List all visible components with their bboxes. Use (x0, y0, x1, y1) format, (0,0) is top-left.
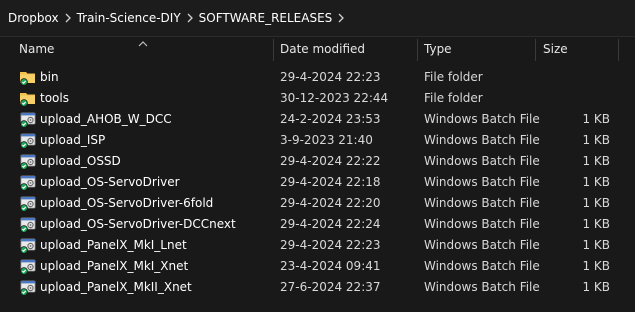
file-date-modified: 24-2-2024 23:53 (280, 112, 381, 126)
column-header-size[interactable]: Size (543, 37, 613, 63)
file-name: tools (40, 91, 69, 105)
file-row[interactable]: upload_OS-ServoDriver-DCCnext 29-4-2024 2… (0, 214, 635, 235)
file-date-modified: 30-12-2023 22:44 (280, 91, 389, 105)
column-divider[interactable] (618, 39, 619, 61)
file-name: upload_OSSD (40, 154, 121, 168)
file-date-modified: 27-6-2024 22:37 (280, 280, 381, 294)
file-date-modified: 29-4-2024 22:23 (280, 238, 381, 252)
breadcrumb: Dropbox Train-Science-DIY SOFTWARE_RELEA… (0, 0, 635, 37)
file-type: Windows Batch File (424, 133, 540, 147)
file-name: upload_PanelX_MkI_Xnet (40, 259, 189, 273)
file-type: Windows Batch File (424, 280, 540, 294)
file-row[interactable]: upload_PanelX_MkII_Xnet 27-6-2024 22:37 Wi… (0, 277, 635, 298)
file-type: Windows Batch File (424, 217, 540, 231)
folder-icon (19, 90, 37, 107)
chevron-right-icon[interactable] (59, 0, 77, 36)
file-type: Windows Batch File (424, 238, 540, 252)
file-size: 1 KB (582, 154, 610, 168)
file-date-modified: 23-4-2024 09:41 (280, 259, 381, 273)
file-date-modified: 29-4-2024 22:24 (280, 217, 381, 231)
batch-file-icon (19, 132, 37, 149)
column-header-row: Name Date modified Type Size (0, 37, 635, 63)
file-name: bin (40, 70, 59, 84)
file-size: 1 KB (582, 280, 610, 294)
file-name: upload_ISP (40, 133, 106, 147)
chevron-right-icon[interactable] (181, 0, 199, 36)
file-date-modified: 29-4-2024 22:23 (280, 70, 381, 84)
file-size: 1 KB (582, 175, 610, 189)
file-date-modified: 29-4-2024 22:18 (280, 175, 381, 189)
column-divider[interactable] (417, 39, 418, 61)
batch-file-icon (19, 258, 37, 275)
file-name: upload_OS-ServoDriver (40, 175, 180, 189)
file-size: 1 KB (582, 196, 610, 210)
breadcrumb-item-software-releases[interactable]: SOFTWARE_RELEASES (199, 0, 333, 36)
file-date-modified: 29-4-2024 22:22 (280, 154, 381, 168)
chevron-right-icon[interactable] (332, 0, 350, 36)
folder-icon (19, 69, 37, 86)
file-row[interactable]: upload_OSSD 29-4-2024 22:22 Windows Batch … (0, 151, 635, 172)
file-size: 1 KB (582, 259, 610, 273)
file-type: File folder (424, 91, 483, 105)
file-date-modified: 29-4-2024 22:20 (280, 196, 381, 210)
file-row[interactable]: upload_PanelX_MkI_Lnet 29-4-2024 22:23 Win… (0, 235, 635, 256)
breadcrumb-item-dropbox[interactable]: Dropbox (8, 0, 59, 36)
file-name: upload_AHOB_W_DCC (40, 112, 172, 126)
file-type: Windows Batch File (424, 259, 540, 273)
file-row[interactable]: upload_AHOB_W_DCC 24-2-2024 23:53 Windows … (0, 109, 635, 130)
batch-file-icon (19, 111, 37, 128)
file-name: upload_OS-ServoDriver-6fold (40, 196, 214, 210)
file-row[interactable]: upload_ISP 3-9-2023 21:40 Windows Batch Fi… (0, 130, 635, 151)
file-row[interactable]: upload_OS-ServoDriver 29-4-2024 22:18 Wind… (0, 172, 635, 193)
file-name: upload_PanelX_MkII_Xnet (40, 280, 192, 294)
file-row[interactable]: upload_OS-ServoDriver-6fold 29-4-2024 22:… (0, 193, 635, 214)
file-type: File folder (424, 70, 483, 84)
folder-row[interactable]: tools 30-12-2023 22:44 File folder (0, 88, 635, 109)
file-type: Windows Batch File (424, 175, 540, 189)
file-name: upload_PanelX_MkI_Lnet (40, 238, 187, 252)
batch-file-icon (19, 153, 37, 170)
file-type: Windows Batch File (424, 196, 540, 210)
file-type: Windows Batch File (424, 154, 540, 168)
folder-row[interactable]: bin 29-4-2024 22:23 File folder (0, 67, 635, 88)
column-header-name[interactable]: Name (19, 37, 269, 63)
batch-file-icon (19, 195, 37, 212)
column-header-date-modified[interactable]: Date modified (280, 37, 410, 63)
file-size: 1 KB (582, 112, 610, 126)
file-size (540, 88, 610, 109)
file-row[interactable]: upload_PanelX_MkI_Xnet 23-4-2024 09:41 Win… (0, 256, 635, 277)
column-divider[interactable] (535, 39, 536, 61)
file-name: upload_OS-ServoDriver-DCCnext (40, 217, 236, 231)
column-header-type[interactable]: Type (424, 37, 529, 63)
file-type: Windows Batch File (424, 112, 540, 126)
batch-file-icon (19, 174, 37, 191)
file-size: 1 KB (582, 217, 610, 231)
batch-file-icon (19, 237, 37, 254)
batch-file-icon (19, 216, 37, 233)
file-size (540, 67, 610, 88)
file-size: 1 KB (582, 133, 610, 147)
column-divider[interactable] (273, 39, 274, 61)
breadcrumb-item-train-science-diy[interactable]: Train-Science-DIY (77, 0, 181, 36)
file-date-modified: 3-9-2023 21:40 (280, 133, 373, 147)
file-size: 1 KB (582, 238, 610, 252)
batch-file-icon (19, 279, 37, 296)
